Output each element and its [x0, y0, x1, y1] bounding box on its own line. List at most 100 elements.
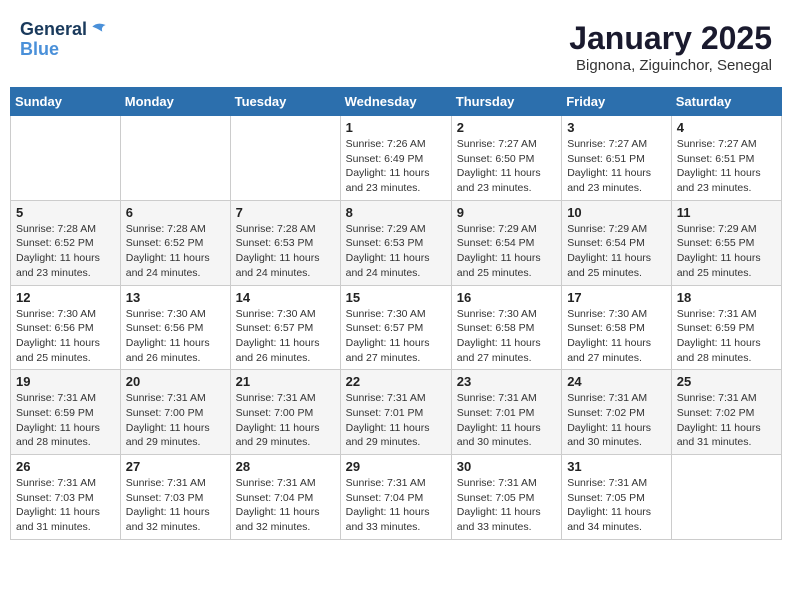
cell-content: Sunrise: 7:30 AMSunset: 6:58 PMDaylight:…	[567, 307, 666, 366]
cell-line: Daylight: 11 hours and 30 minutes.	[457, 422, 541, 449]
cell-line: Sunset: 7:05 PM	[567, 492, 645, 504]
cell-line: Sunrise: 7:29 AM	[567, 223, 647, 235]
calendar-cell: 30Sunrise: 7:31 AMSunset: 7:05 PMDayligh…	[451, 455, 561, 540]
cell-line: Sunset: 7:03 PM	[16, 492, 94, 504]
cell-content: Sunrise: 7:27 AMSunset: 6:51 PMDaylight:…	[567, 137, 666, 196]
cell-line: Sunset: 6:52 PM	[16, 237, 94, 249]
cell-line: Sunrise: 7:30 AM	[236, 308, 316, 320]
cell-line: Daylight: 11 hours and 25 minutes.	[16, 337, 100, 364]
calendar-cell: 27Sunrise: 7:31 AMSunset: 7:03 PMDayligh…	[120, 455, 230, 540]
calendar-cell	[230, 116, 340, 201]
header: General Blue January 2025 Bignona, Zigui…	[10, 10, 782, 79]
main-title: January 2025	[569, 20, 772, 57]
day-number: 15	[346, 290, 446, 305]
cell-line: Sunset: 6:55 PM	[677, 237, 755, 249]
cell-content: Sunrise: 7:30 AMSunset: 6:57 PMDaylight:…	[346, 307, 446, 366]
cell-line: Sunset: 6:50 PM	[457, 153, 535, 165]
calendar-cell: 11Sunrise: 7:29 AMSunset: 6:55 PMDayligh…	[671, 200, 781, 285]
cell-line: Daylight: 11 hours and 32 minutes.	[126, 506, 210, 533]
day-number: 26	[16, 459, 115, 474]
cell-line: Sunrise: 7:28 AM	[126, 223, 206, 235]
cell-content: Sunrise: 7:29 AMSunset: 6:55 PMDaylight:…	[677, 222, 776, 281]
cell-line: Daylight: 11 hours and 29 minutes.	[236, 422, 320, 449]
cell-content: Sunrise: 7:31 AMSunset: 7:01 PMDaylight:…	[346, 391, 446, 450]
calendar-header-monday: Monday	[120, 88, 230, 116]
cell-line: Sunset: 6:57 PM	[236, 322, 314, 334]
logo-text: General	[20, 20, 87, 40]
calendar-cell: 28Sunrise: 7:31 AMSunset: 7:04 PMDayligh…	[230, 455, 340, 540]
cell-line: Sunrise: 7:27 AM	[457, 138, 537, 150]
calendar-cell	[11, 116, 121, 201]
cell-line: Sunrise: 7:31 AM	[126, 392, 206, 404]
cell-content: Sunrise: 7:31 AMSunset: 7:00 PMDaylight:…	[236, 391, 335, 450]
day-number: 20	[126, 374, 225, 389]
cell-line: Daylight: 11 hours and 25 minutes.	[677, 252, 761, 279]
day-number: 8	[346, 205, 446, 220]
cell-line: Sunset: 7:01 PM	[457, 407, 535, 419]
calendar-cell: 24Sunrise: 7:31 AMSunset: 7:02 PMDayligh…	[562, 370, 672, 455]
calendar-cell: 16Sunrise: 7:30 AMSunset: 6:58 PMDayligh…	[451, 285, 561, 370]
cell-line: Sunset: 6:56 PM	[126, 322, 204, 334]
cell-content: Sunrise: 7:30 AMSunset: 6:56 PMDaylight:…	[16, 307, 115, 366]
calendar-cell: 26 Sunrise: 7:31 AMSunset: 7:03 PMDayligh…	[11, 455, 121, 540]
calendar-cell: 18Sunrise: 7:31 AMSunset: 6:59 PMDayligh…	[671, 285, 781, 370]
cell-content: Sunrise: 7:31 AMSunset: 7:02 PMDaylight:…	[567, 391, 666, 450]
cell-line: Sunrise: 7:31 AM	[567, 477, 647, 489]
cell-line: Daylight: 11 hours and 24 minutes.	[236, 252, 320, 279]
cell-line: Daylight: 11 hours and 29 minutes.	[346, 422, 430, 449]
calendar-cell: 1Sunrise: 7:26 AMSunset: 6:49 PMDaylight…	[340, 116, 451, 201]
calendar-cell: 31Sunrise: 7:31 AMSunset: 7:05 PMDayligh…	[562, 455, 672, 540]
cell-content: Sunrise: 7:27 AMSunset: 6:50 PMDaylight:…	[457, 137, 556, 196]
cell-line: Sunset: 7:00 PM	[126, 407, 204, 419]
cell-content: Sunrise: 7:28 AMSunset: 6:52 PMDaylight:…	[16, 222, 115, 281]
day-number: 1	[346, 120, 446, 135]
cell-line: Sunset: 7:04 PM	[346, 492, 424, 504]
cell-line: Sunrise: 7:29 AM	[346, 223, 426, 235]
cell-line: Daylight: 11 hours and 27 minutes.	[457, 337, 541, 364]
cell-line: Sunrise: 7:28 AM	[236, 223, 316, 235]
day-number: 18	[677, 290, 776, 305]
cell-content: Sunrise: 7:28 AM Sunset: 6:53 PM Daylight:…	[236, 222, 335, 281]
day-number: 7	[236, 205, 335, 220]
day-number: 23	[457, 374, 556, 389]
day-number: 30	[457, 459, 556, 474]
cell-line: Sunset: 6:49 PM	[346, 153, 424, 165]
logo-bird-icon	[89, 20, 109, 40]
calendar-cell: 23 Sunrise: 7:31 AM Sunset: 7:01 PM Dayligh…	[451, 370, 561, 455]
cell-line: Sunrise: 7:31 AM	[457, 392, 537, 404]
cell-line: Sunrise: 7:31 AM	[236, 392, 316, 404]
cell-line: Daylight: 11 hours and 25 minutes.	[457, 252, 541, 279]
cell-line: Sunrise: 7:31 AM	[16, 392, 96, 404]
cell-line: Sunrise: 7:30 AM	[346, 308, 426, 320]
calendar-header-wednesday: Wednesday	[340, 88, 451, 116]
cell-content: Sunrise: 7:31 AMSunset: 7:00 PMDaylight:…	[126, 391, 225, 450]
cell-line: Sunset: 6:52 PM	[126, 237, 204, 249]
cell-line: Daylight: 11 hours and 23 minutes.	[567, 167, 651, 194]
cell-line: Daylight: 11 hours and 23 minutes.	[346, 167, 430, 194]
calendar-header-sunday: Sunday	[11, 88, 121, 116]
cell-content: Sunrise: 7:31 AMSunset: 7:03 PMDaylight:…	[16, 476, 115, 535]
day-number: 12	[16, 290, 115, 305]
cell-line: Sunset: 7:02 PM	[567, 407, 645, 419]
calendar-cell	[120, 116, 230, 201]
day-number: 27	[126, 459, 225, 474]
cell-line: Sunset: 7:02 PM	[677, 407, 755, 419]
cell-line: Sunset: 6:53 PM	[236, 237, 314, 249]
cell-line: Sunrise: 7:31 AM	[346, 392, 426, 404]
cell-line: Sunset: 6:58 PM	[567, 322, 645, 334]
cell-line: Sunrise: 7:27 AM	[677, 138, 757, 150]
calendar-cell: 7 Sunrise: 7:28 AM Sunset: 6:53 PM Daylight…	[230, 200, 340, 285]
calendar-cell: 9Sunrise: 7:29 AMSunset: 6:54 PMDaylight…	[451, 200, 561, 285]
cell-line: Sunset: 6:56 PM	[16, 322, 94, 334]
day-number: 19	[16, 374, 115, 389]
cell-line: Daylight: 11 hours and 23 minutes.	[677, 167, 761, 194]
calendar-cell: 10Sunrise: 7:29 AMSunset: 6:54 PMDayligh…	[562, 200, 672, 285]
cell-line: Daylight: 11 hours and 32 minutes.	[236, 506, 320, 533]
cell-line: Daylight: 11 hours and 26 minutes.	[126, 337, 210, 364]
calendar-week-5: 26Sunrise: 7:31 AMSunset: 7:03 PMDayligh…	[11, 455, 782, 540]
day-number: 3	[567, 120, 666, 135]
calendar-header-tuesday: Tuesday	[230, 88, 340, 116]
calendar-cell: 19Sunrise: 7:31 AMSunset: 6:59 PMDayligh…	[11, 370, 121, 455]
day-number: 21	[236, 374, 335, 389]
cell-content: Sunrise: 7:30 AMSunset: 6:56 PMDaylight:…	[126, 307, 225, 366]
